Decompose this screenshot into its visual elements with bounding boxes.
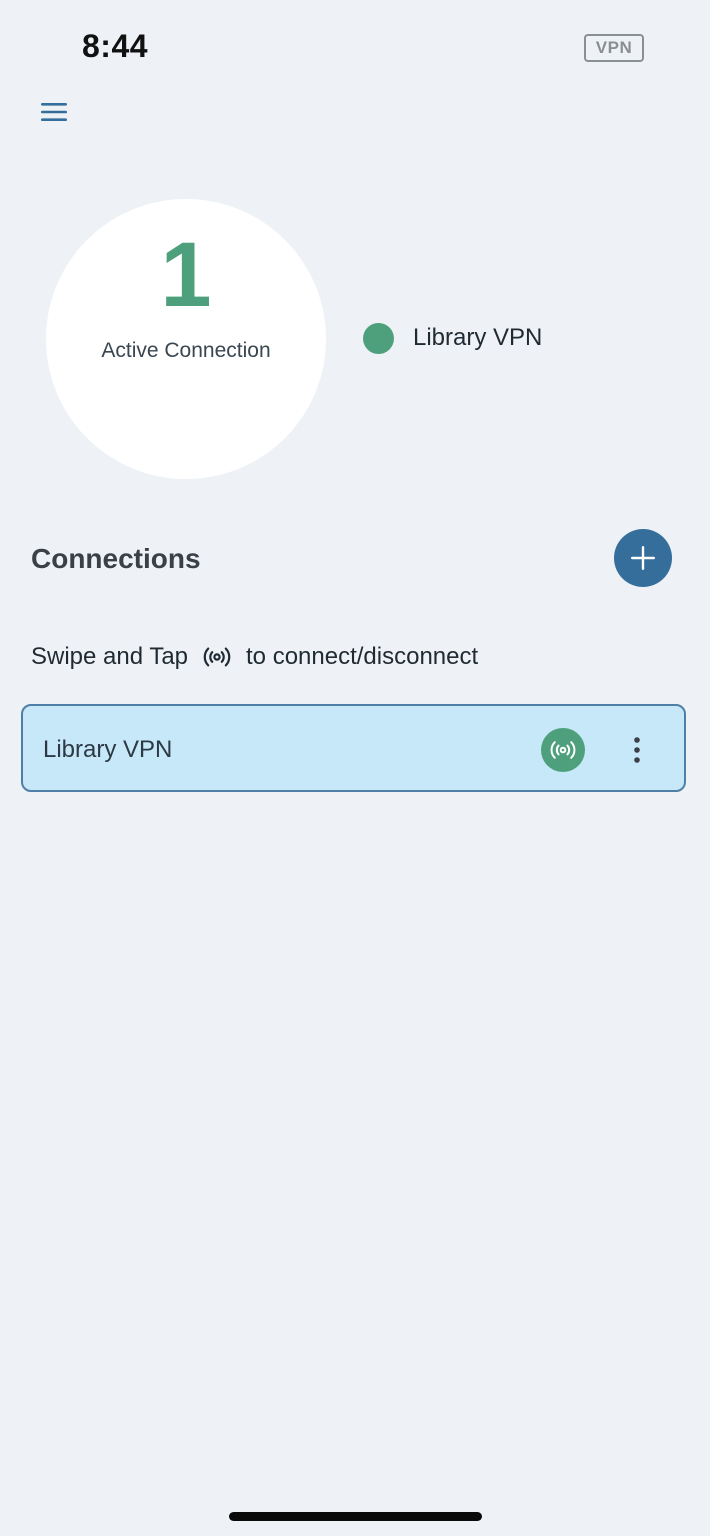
hint-text-before: Swipe and Tap — [31, 643, 189, 670]
connections-title: Connections — [31, 543, 201, 574]
active-connection-count: 1 — [160, 224, 212, 326]
connect-toggle-button[interactable] — [541, 728, 585, 772]
plus-icon — [631, 546, 655, 570]
connection-name: Library VPN — [43, 736, 173, 763]
connected-status-dot — [363, 322, 394, 354]
active-connection-name: Library VPN — [413, 324, 543, 351]
active-connections-summary: 1 Active Connection — [46, 199, 326, 479]
hint-text-after: to connect/disconnect — [246, 643, 479, 670]
menu-button[interactable] — [40, 100, 68, 124]
broadcast-icon — [202, 646, 232, 668]
status-bar: 8:44 VPN — [0, 0, 710, 90]
connection-more-button[interactable] — [623, 728, 651, 772]
vpn-status-badge: VPN — [584, 34, 644, 62]
broadcast-icon — [550, 741, 576, 759]
home-indicator[interactable] — [229, 1512, 482, 1521]
hamburger-menu-icon — [41, 103, 67, 121]
connection-card-library-vpn[interactable]: Library VPN — [21, 704, 686, 792]
more-vertical-icon — [634, 737, 640, 763]
active-connection-item: Library VPN — [363, 320, 542, 356]
connect-hint: Swipe and Tap to connect/disconnect — [31, 640, 478, 674]
status-time: 8:44 — [82, 28, 149, 64]
active-connection-label: Active Connection — [101, 339, 271, 362]
add-connection-button[interactable] — [614, 529, 672, 587]
